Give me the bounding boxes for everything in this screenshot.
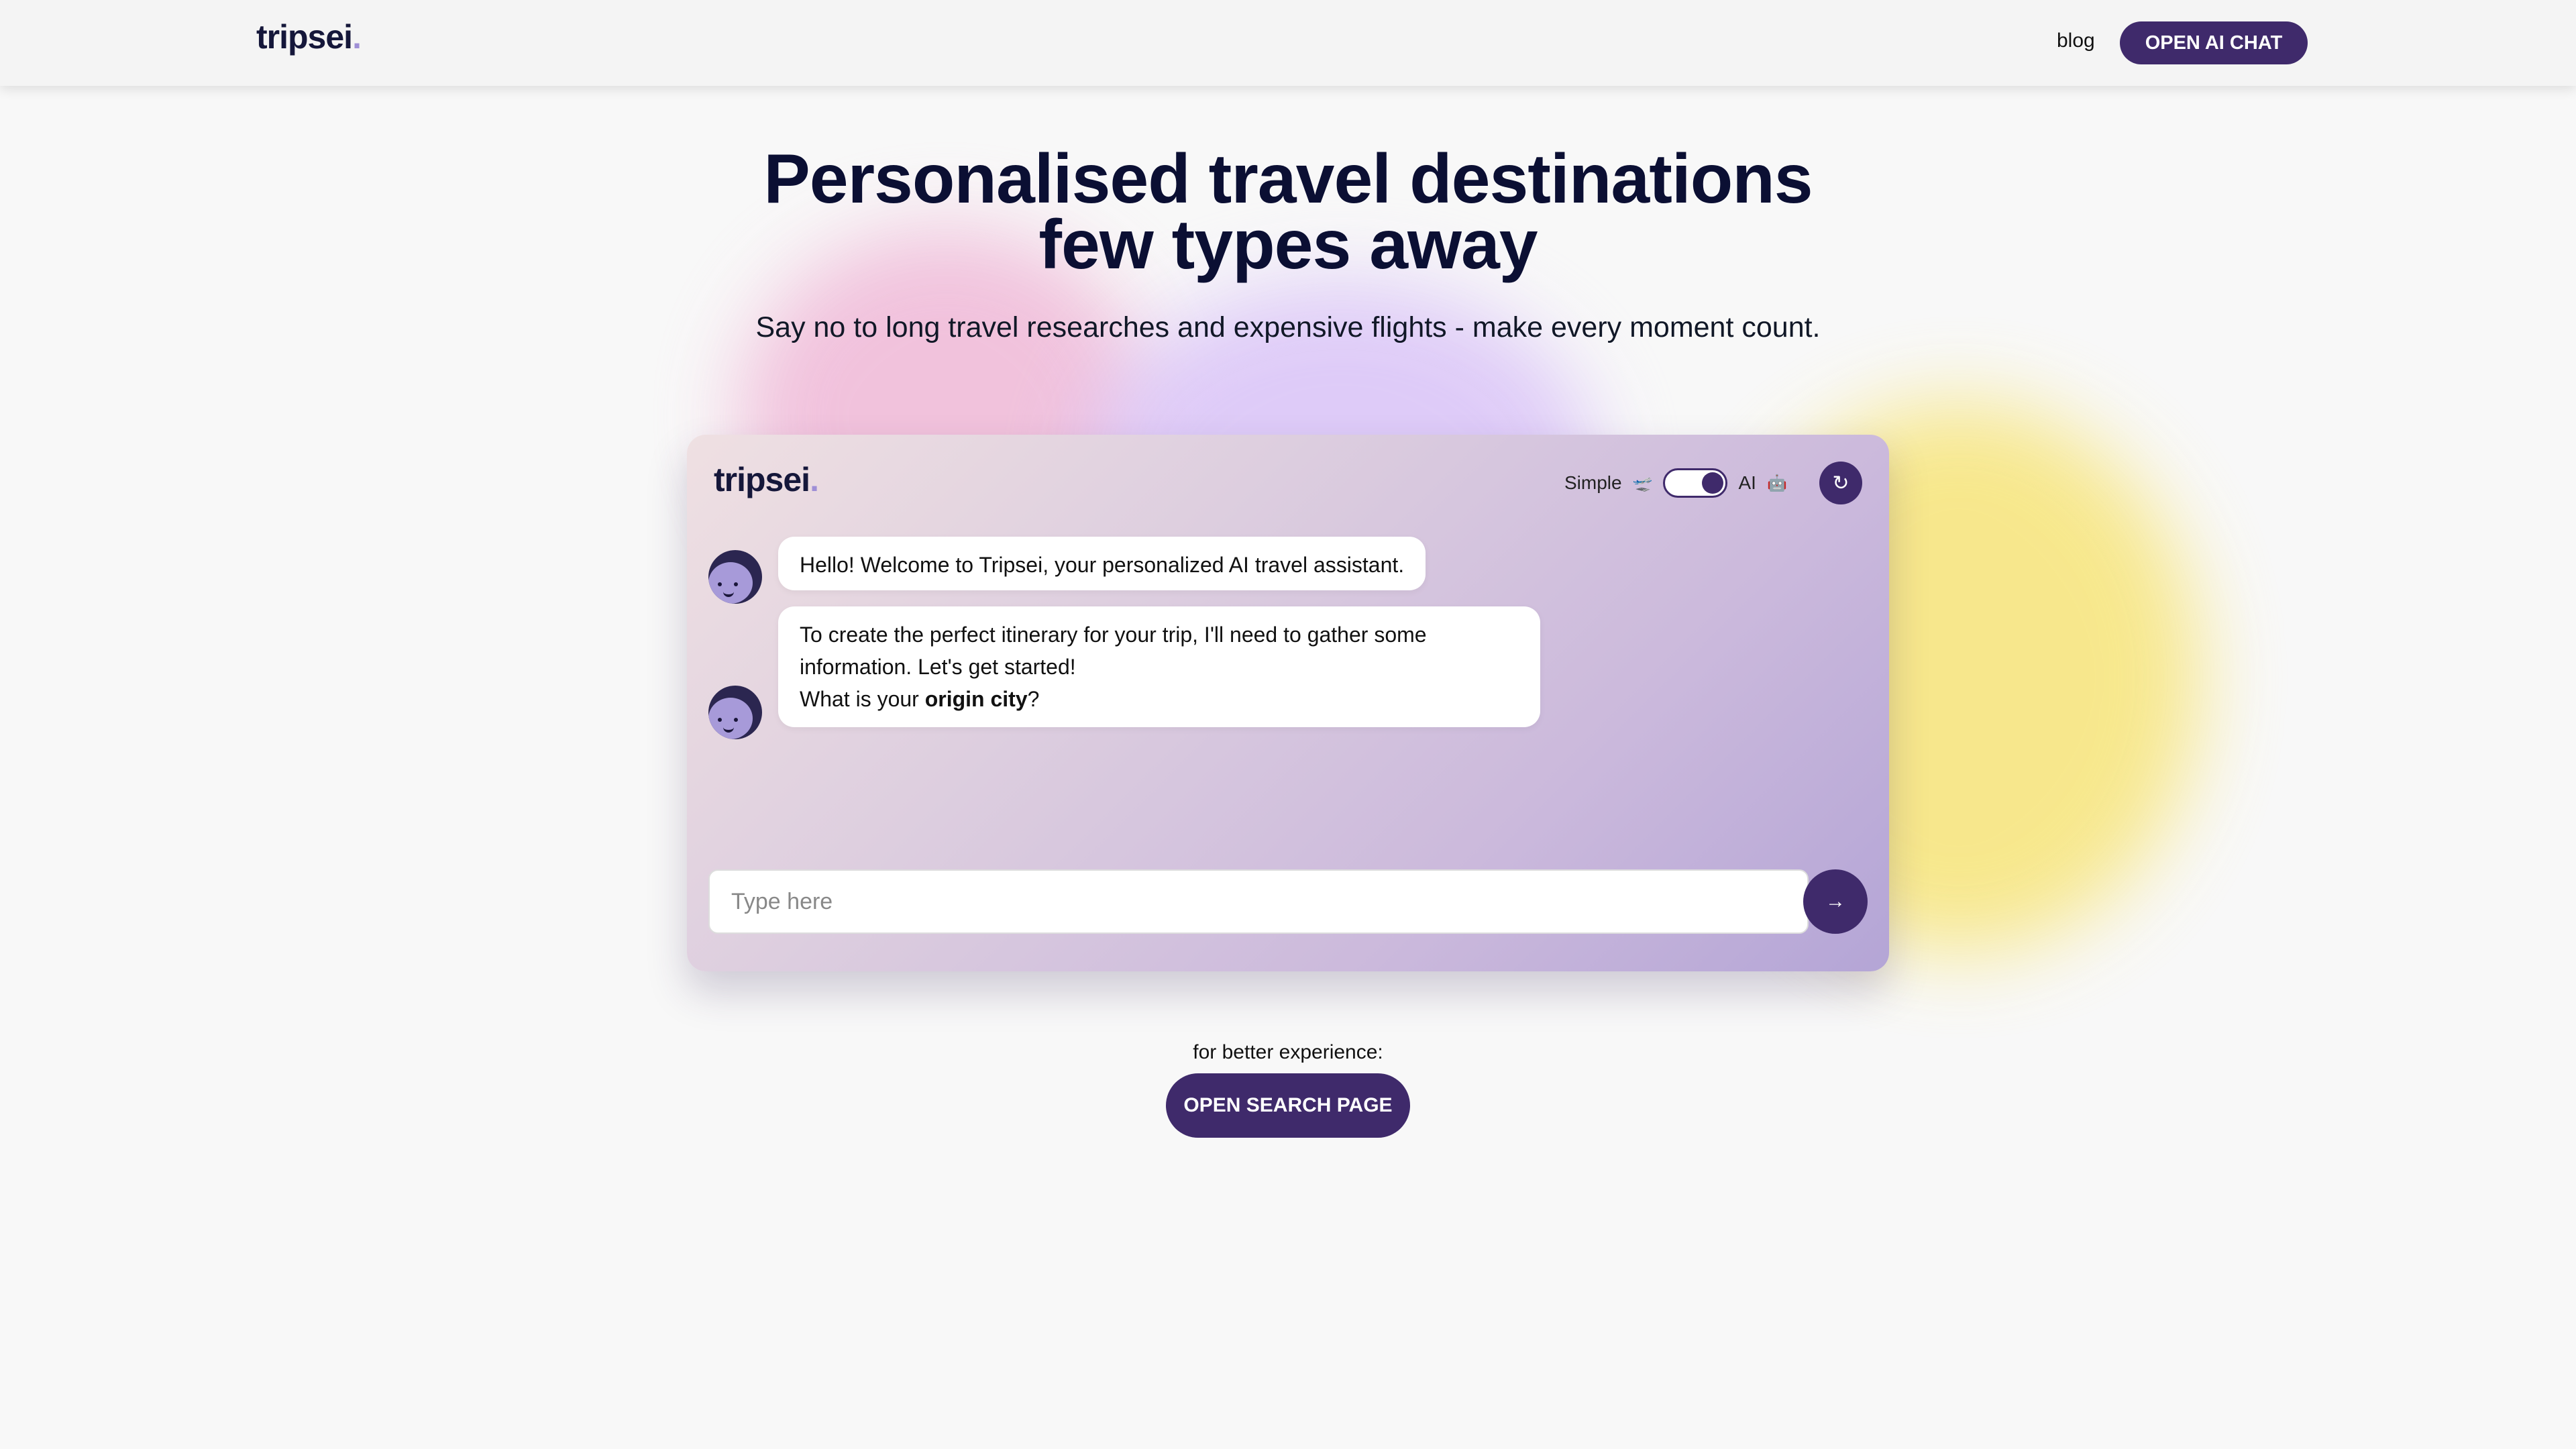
chat-logo-text: tripsei [714,461,810,498]
avatar-mouth [723,724,734,733]
refresh-icon: ↻ [1832,472,1849,494]
assistant-avatar [708,686,762,739]
open-search-page-button[interactable]: OPEN SEARCH PAGE [1166,1073,1410,1138]
mode-toggle[interactable] [1663,468,1728,498]
avatar-eye [718,582,722,586]
assistant-avatar [708,550,762,604]
tripsei-logo[interactable]: tripsei. [256,17,362,56]
message-line-2: information. Let's get started! [800,655,1076,679]
hero-title-line-2: few types away [1038,206,1538,284]
message-line-3-prefix: What is your [800,687,925,711]
logo-dot: . [352,18,362,56]
robot-icon: 🤖 [1766,474,1787,492]
avatar-face [708,698,753,739]
chat-message-input[interactable] [708,869,1809,934]
blog-link[interactable]: blog [2057,30,2095,52]
top-navbar: tripsei. blog OPEN AI CHAT [0,0,2576,86]
avatar-mouth [723,589,734,597]
chat-widget: tripsei. Simple 🛫 AI 🤖 ↻ Hello! Welcome … [687,435,1889,971]
avatar-eye [734,718,738,722]
assistant-message: To create the perfect itinerary for your… [778,606,1540,727]
mode-switch: Simple 🛫 AI 🤖 [1564,463,1787,503]
open-ai-chat-button[interactable]: OPEN AI CHAT [2120,21,2308,64]
assistant-message: Hello! Welcome to Tripsei, your personal… [778,537,1426,590]
chat-logo: tripsei. [714,460,819,499]
toggle-knob [1702,472,1724,494]
airplane-icon: 🛫 [1632,474,1653,492]
message-text: Hello! Welcome to Tripsei, your personal… [800,553,1405,577]
hero-subtitle: Say no to long travel researches and exp… [755,311,1821,343]
mode-simple-label[interactable]: Simple [1564,472,1622,494]
avatar-face [708,562,753,604]
message-line-1: To create the perfect itinerary for your… [800,623,1427,647]
mode-ai-label[interactable]: AI [1738,472,1756,494]
hero-title: Personalised travel destinations few typ… [0,144,2576,280]
better-experience-text: for better experience: [1193,1041,1383,1063]
logo-text: tripsei [256,18,353,56]
arrow-right-icon: → [1825,890,1845,912]
refresh-chat-button[interactable]: ↻ [1819,462,1862,504]
avatar-eye [718,718,722,722]
chat-logo-dot: . [810,461,819,498]
message-line-3-suffix: ? [1027,687,1040,711]
send-message-button[interactable]: → [1803,869,1868,934]
message-line-3-bold: origin city [924,687,1028,711]
avatar-eye [734,582,738,586]
